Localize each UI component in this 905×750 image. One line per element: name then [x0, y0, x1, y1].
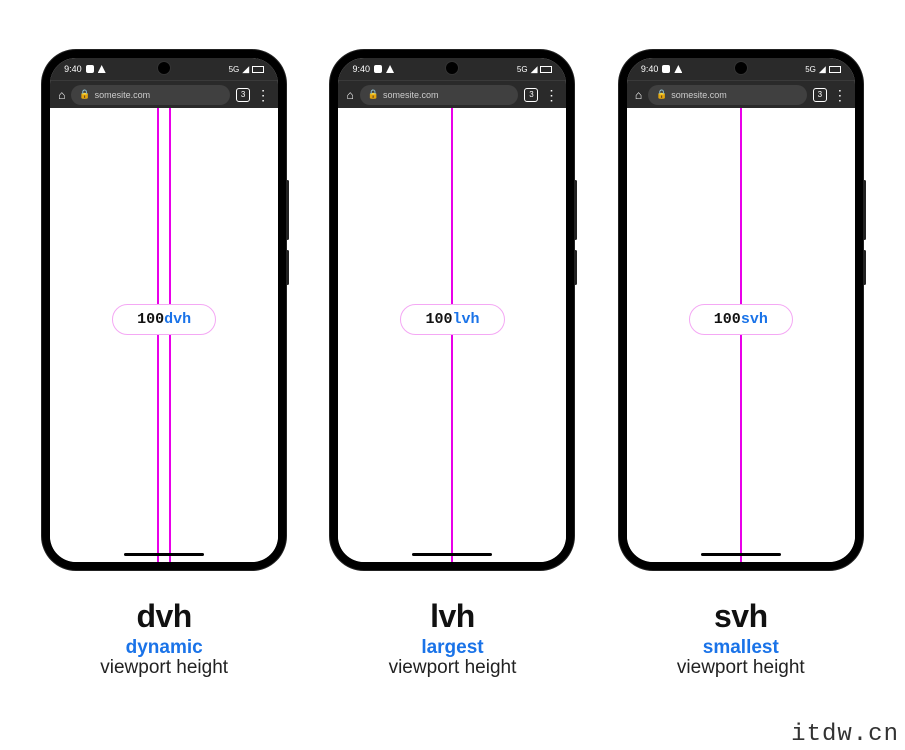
battery-icon — [252, 66, 264, 73]
phone-frame: 9:40 5G ◢ ⌂ 🔒 somesite.com — [330, 50, 574, 570]
pill-unit: dvh — [164, 311, 191, 328]
phone-row: 9:40 5G ◢ ⌂ 🔒 somesite.com — [0, 0, 905, 679]
status-bar: 9:40 5G ◢ — [627, 58, 855, 80]
caption: dvh dynamic viewport height — [100, 598, 228, 679]
caption-text: viewport height — [389, 657, 517, 679]
notification-icon — [86, 65, 94, 73]
side-button — [286, 180, 289, 240]
col-dvh: 9:40 5G ◢ ⌂ 🔒 somesite.com — [34, 50, 294, 679]
battery-icon — [540, 66, 552, 73]
status-time: 9:40 — [641, 64, 659, 74]
tabs-button[interactable]: 3 — [236, 88, 250, 102]
caption: lvh largest viewport height — [389, 598, 517, 679]
signal-icon: ◢ — [242, 64, 249, 75]
address-bar[interactable]: 🔒 somesite.com — [360, 85, 519, 105]
browser-toolbar: ⌂ 🔒 somesite.com 3 ⋮ — [50, 80, 278, 108]
value-pill: 100svh — [689, 304, 793, 335]
network-label: 5G — [229, 65, 240, 74]
value-pill: 100lvh — [400, 304, 504, 335]
col-svh: 9:40 5G ◢ ⌂ 🔒 somesite.com — [611, 50, 871, 679]
col-lvh: 9:40 5G ◢ ⌂ 🔒 somesite.com — [322, 50, 582, 679]
tabs-button[interactable]: 3 — [524, 88, 538, 102]
caption-keyword: largest — [389, 637, 517, 659]
status-time: 9:40 — [352, 64, 370, 74]
network-label: 5G — [517, 65, 528, 74]
notification-icon — [374, 65, 382, 73]
status-bar: 9:40 5G ◢ — [50, 58, 278, 80]
caption: svh smallest viewport height — [677, 598, 805, 679]
pill-unit: lvh — [452, 311, 479, 328]
browser-toolbar: ⌂ 🔒 somesite.com 3 ⋮ — [627, 80, 855, 108]
address-bar[interactable]: 🔒 somesite.com — [648, 85, 807, 105]
side-button — [286, 250, 289, 285]
pill-number: 100 — [425, 311, 452, 328]
pill-number: 100 — [714, 311, 741, 328]
phone-screen: 9:40 5G ◢ ⌂ 🔒 somesite.com — [338, 58, 566, 562]
signal-icon: ◢ — [819, 64, 826, 75]
notification-icon — [662, 65, 670, 73]
height-indicator-line — [169, 108, 171, 562]
status-right: 5G ◢ — [229, 64, 265, 75]
lock-icon: 🔒 — [656, 89, 667, 100]
home-icon[interactable]: ⌂ — [346, 88, 353, 102]
value-pill: 100dvh — [112, 304, 216, 335]
address-bar[interactable]: 🔒 somesite.com — [71, 85, 230, 105]
status-time: 9:40 — [64, 64, 82, 74]
lock-icon: 🔒 — [368, 89, 379, 100]
height-indicator-line — [157, 108, 159, 562]
signal-icon: ◢ — [531, 64, 538, 75]
side-button — [863, 250, 866, 285]
status-left: 9:40 — [641, 64, 683, 74]
gesture-bar-icon — [412, 553, 492, 556]
side-button — [574, 250, 577, 285]
tabs-button[interactable]: 3 — [813, 88, 827, 102]
status-left: 9:40 — [64, 64, 106, 74]
camera-cutout-icon — [445, 61, 459, 75]
caption-keyword: dynamic — [100, 637, 228, 659]
viewport-content: 100lvh — [338, 108, 566, 562]
watermark: itdw.cn — [791, 721, 899, 748]
side-button — [863, 180, 866, 240]
notification-icon — [386, 65, 394, 73]
phone-screen: 9:40 5G ◢ ⌂ 🔒 somesite.com — [50, 58, 278, 562]
caption-title: lvh — [389, 598, 517, 635]
viewport-content: 100svh — [627, 108, 855, 562]
phone-frame: 9:40 5G ◢ ⌂ 🔒 somesite.com — [619, 50, 863, 570]
height-indicator-line — [740, 108, 742, 562]
url-text: somesite.com — [671, 90, 727, 100]
caption-keyword: smallest — [677, 637, 805, 659]
caption-text: viewport height — [677, 657, 805, 679]
url-text: somesite.com — [95, 90, 151, 100]
gesture-bar-icon — [701, 553, 781, 556]
caption-text: viewport height — [100, 657, 228, 679]
status-bar: 9:40 5G ◢ — [338, 58, 566, 80]
overflow-menu-icon[interactable]: ⋮ — [256, 88, 270, 102]
status-left: 9:40 — [352, 64, 394, 74]
battery-icon — [829, 66, 841, 73]
viewport-content: 100dvh — [50, 108, 278, 562]
notification-icon — [674, 65, 682, 73]
phone-screen: 9:40 5G ◢ ⌂ 🔒 somesite.com — [627, 58, 855, 562]
status-right: 5G ◢ — [517, 64, 553, 75]
caption-title: dvh — [100, 598, 228, 635]
network-label: 5G — [805, 65, 816, 74]
notification-icon — [98, 65, 106, 73]
url-text: somesite.com — [383, 90, 439, 100]
camera-cutout-icon — [734, 61, 748, 75]
camera-cutout-icon — [157, 61, 171, 75]
gesture-bar-icon — [124, 553, 204, 556]
phone-frame: 9:40 5G ◢ ⌂ 🔒 somesite.com — [42, 50, 286, 570]
lock-icon: 🔒 — [79, 89, 90, 100]
overflow-menu-icon[interactable]: ⋮ — [833, 88, 847, 102]
status-right: 5G ◢ — [805, 64, 841, 75]
caption-title: svh — [677, 598, 805, 635]
browser-toolbar: ⌂ 🔒 somesite.com 3 ⋮ — [338, 80, 566, 108]
side-button — [574, 180, 577, 240]
overflow-menu-icon[interactable]: ⋮ — [544, 88, 558, 102]
pill-unit: svh — [741, 311, 768, 328]
height-indicator-line — [451, 108, 453, 562]
home-icon[interactable]: ⌂ — [58, 88, 65, 102]
pill-number: 100 — [137, 311, 164, 328]
home-icon[interactable]: ⌂ — [635, 88, 642, 102]
